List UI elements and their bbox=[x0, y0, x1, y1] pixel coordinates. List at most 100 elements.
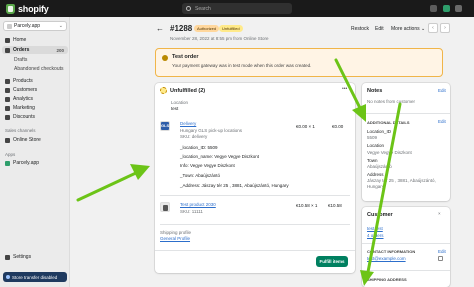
shipping-profile-link[interactable]: General Profile bbox=[160, 236, 190, 241]
divider bbox=[362, 243, 450, 244]
store-icon bbox=[5, 137, 10, 143]
contact-info-label: CONTACT INFORMATION bbox=[367, 249, 416, 254]
store-selector[interactable]: Parcely.app ⌄ bbox=[3, 21, 67, 31]
sidebar-item-label: Discounts bbox=[13, 114, 35, 120]
divider bbox=[362, 270, 450, 271]
detail-key: Town bbox=[367, 158, 378, 163]
orders-icon bbox=[5, 47, 10, 53]
detail-key: Location bbox=[367, 143, 385, 148]
shipping-profile-label: Shipping profile bbox=[160, 230, 192, 235]
sidebar-item-online-store[interactable]: Online Store bbox=[0, 136, 70, 144]
notice-detail: Your payment gateway was in test mode wh… bbox=[172, 63, 312, 68]
line-item-product-link[interactable]: Test product 2030 bbox=[180, 202, 216, 207]
fulfill-items-button[interactable]: Fulfill items bbox=[316, 256, 348, 267]
sidebar-item-label: Customers bbox=[13, 87, 38, 93]
shipping-address-label: SHIPPING ADDRESS bbox=[367, 277, 407, 282]
sidebar-item-parcely-app[interactable]: Parcely.app bbox=[0, 159, 70, 167]
search-icon bbox=[186, 6, 191, 11]
contact-edit-link[interactable]: Edit bbox=[438, 249, 446, 254]
sidebar-item-home[interactable]: Home bbox=[0, 36, 70, 44]
sidebar-item-abandoned-checkouts[interactable]: Abandoned checkouts bbox=[0, 65, 70, 73]
more-horizontal-icon[interactable]: ••• bbox=[342, 86, 347, 92]
divider bbox=[362, 113, 450, 114]
sidebar-item-customers[interactable]: Customers bbox=[0, 86, 70, 94]
top-bar: shopify bbox=[0, 0, 474, 17]
line-item-total: €10.58 bbox=[328, 203, 342, 208]
sidebar: Parcely.app ⌄ Home Orders 200 Drafts Aba… bbox=[0, 17, 70, 287]
sidebar-item-label: Parcely.app bbox=[13, 160, 40, 166]
unfulfilled-card bbox=[155, 83, 355, 273]
product-thumbnail bbox=[160, 202, 170, 212]
sidebar-item-label: Home bbox=[13, 37, 27, 43]
next-order-button[interactable]: › bbox=[440, 23, 450, 33]
close-icon[interactable]: × bbox=[438, 211, 441, 216]
store-transfer-banner[interactable]: Store transfer disabled bbox=[3, 272, 67, 282]
more-actions-button[interactable]: More actions ⌄ bbox=[391, 26, 425, 32]
fulfillment-status-badge: Unfulfilled bbox=[219, 25, 243, 32]
line-item-attribute: _Address: Jászay tér 25 , 3881, Abaújszá… bbox=[180, 183, 289, 188]
additional-details-edit-link[interactable]: Edit bbox=[438, 119, 446, 124]
divider bbox=[160, 224, 350, 225]
sidebar-item-discounts[interactable]: Discounts bbox=[0, 113, 70, 121]
line-item-sku: SKU: delivery bbox=[180, 134, 208, 139]
banner-text: Store transfer disabled bbox=[12, 274, 58, 280]
arrow-to-attributes bbox=[76, 164, 150, 202]
sidebar-item-label: Analytics bbox=[13, 96, 34, 102]
customer-orders-link[interactable]: 4 orders bbox=[367, 233, 384, 238]
customer-card bbox=[362, 207, 450, 287]
line-item-total: €0.00 bbox=[332, 124, 344, 129]
sidebar-item-analytics[interactable]: Analytics bbox=[0, 95, 70, 103]
test-order-notice: Test order Your payment gateway was in t… bbox=[155, 48, 443, 77]
copy-icon[interactable] bbox=[438, 256, 443, 261]
line-item-variant: Hungary GLS pick-up locations bbox=[180, 128, 243, 133]
store-avatar-icon[interactable] bbox=[443, 5, 450, 12]
store-name: Parcely.app bbox=[14, 23, 41, 29]
search-input[interactable] bbox=[195, 5, 275, 12]
sidebar-item-label: Drafts bbox=[14, 57, 28, 63]
detail-value: 5509 bbox=[367, 135, 378, 140]
location-label: Location bbox=[171, 100, 189, 105]
notifications-icon[interactable] bbox=[430, 5, 437, 12]
home-icon bbox=[5, 37, 10, 43]
search-box[interactable] bbox=[182, 3, 292, 14]
warning-icon bbox=[162, 55, 168, 61]
previous-order-button[interactable]: ‹ bbox=[428, 23, 438, 33]
sidebar-item-products[interactable]: Products bbox=[0, 77, 70, 85]
store-icon bbox=[7, 23, 12, 29]
line-item-attribute: _location_ID: 5509 bbox=[180, 145, 218, 150]
apps-heading: Apps bbox=[5, 152, 16, 157]
line-item-attribute: _location_name: Vegye Vegye Diszkont bbox=[180, 154, 260, 159]
customer-name-link[interactable]: test test bbox=[367, 226, 383, 231]
notes-edit-link[interactable]: Edit bbox=[438, 88, 446, 93]
detail-value: Vegye Vegye Diszkont bbox=[367, 150, 412, 155]
sidebar-item-label: Orders bbox=[13, 47, 30, 53]
person-icon bbox=[5, 87, 10, 93]
line-item-delivery-link[interactable]: Delivery bbox=[180, 121, 196, 126]
back-arrow-icon[interactable]: ← bbox=[155, 24, 165, 34]
sidebar-item-marketing[interactable]: Marketing bbox=[0, 104, 70, 112]
detail-value: Jászay tér 25 , 3881, Abaújszántó, Hunga… bbox=[367, 178, 436, 189]
unfulfilled-icon bbox=[160, 87, 167, 94]
line-item-price-qty: €0.00 × 1 bbox=[296, 124, 315, 129]
line-item-price-qty: €10.58 × 1 bbox=[296, 203, 318, 208]
sidebar-item-label: Settings bbox=[13, 254, 32, 260]
shopify-logo[interactable]: shopify bbox=[6, 3, 49, 14]
chevron-down-icon: ⌄ bbox=[58, 23, 63, 29]
restock-button[interactable]: Restock bbox=[351, 26, 369, 32]
detail-key: Location_ID bbox=[367, 129, 392, 134]
notes-title: Notes bbox=[367, 88, 383, 94]
order-number: #1288 bbox=[170, 24, 193, 33]
sidebar-item-drafts[interactable]: Drafts bbox=[0, 56, 70, 64]
profile-icon[interactable] bbox=[455, 5, 462, 12]
sidebar-item-label: Products bbox=[13, 78, 33, 84]
brand-name: shopify bbox=[18, 3, 49, 14]
sidebar-item-settings[interactable]: Settings bbox=[0, 253, 70, 261]
line-item-attribute: _Town: Abaújszántó bbox=[180, 173, 221, 178]
sidebar-item-orders[interactable]: Orders 200 bbox=[2, 46, 68, 54]
customer-email-link[interactable]: test@example.com bbox=[367, 256, 406, 261]
info-icon bbox=[6, 275, 10, 279]
edit-order-button[interactable]: Edit bbox=[375, 26, 384, 32]
line-item-sku: SKU: 11111 bbox=[180, 209, 203, 214]
detail-value: Abaújszántó bbox=[367, 164, 392, 169]
app-icon bbox=[5, 160, 10, 166]
